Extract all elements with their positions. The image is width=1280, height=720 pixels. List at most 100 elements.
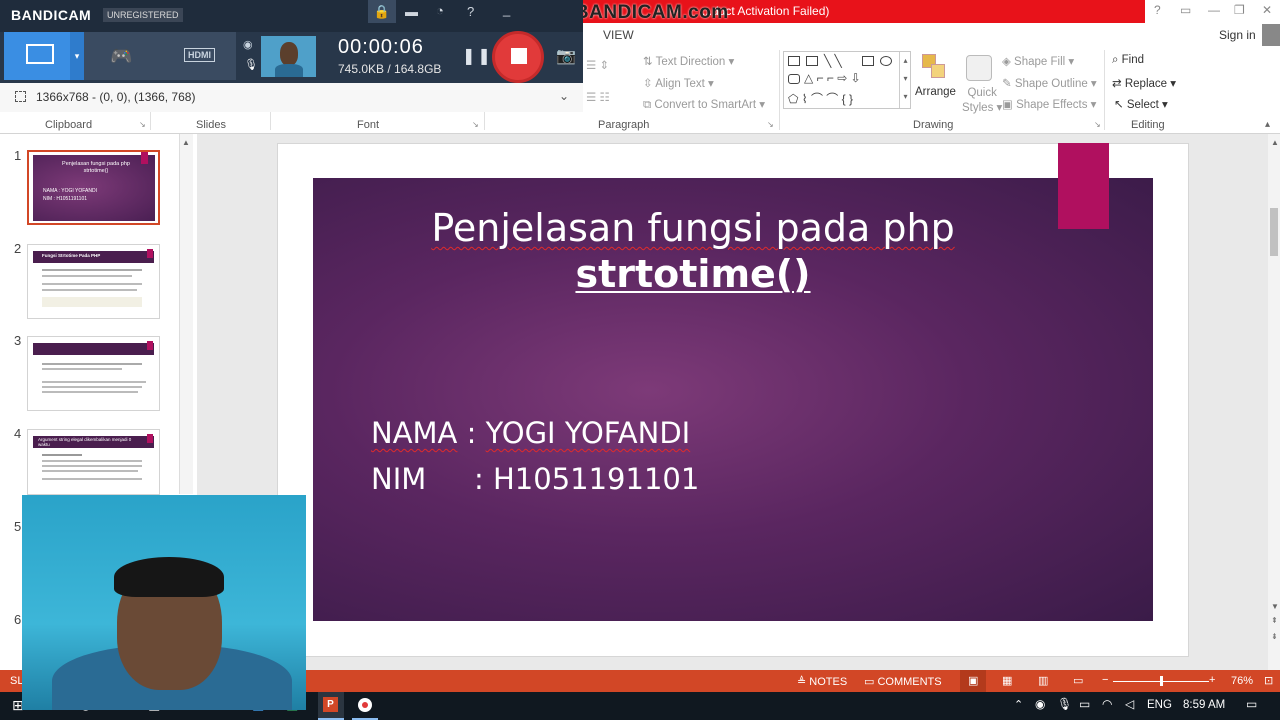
clock-icon[interactable]: ◔ [436, 3, 444, 18]
group-divider [779, 50, 780, 130]
shapes-gallery[interactable]: ╲ ╲ △ ⌐ ⌐ ⇨ ⇩ ⬠ ⌇ ⌒ ⌒ { } [783, 51, 911, 109]
scrollbar-thumb[interactable] [1270, 208, 1278, 256]
find-label: Find [1121, 54, 1145, 66]
quick-styles-button[interactable]: Quick Styles ▾ [962, 86, 1002, 116]
close-button[interactable]: ✕ [1262, 3, 1272, 17]
help-button[interactable]: ? [1154, 3, 1161, 17]
powerpoint-taskbar-button[interactable]: P [318, 692, 344, 720]
dialog-launcher-icon[interactable]: ↘ [767, 120, 774, 129]
name-line[interactable]: NAMA : YOGI YOFANDI [371, 416, 690, 450]
battery-icon[interactable]: ▭ [1079, 697, 1090, 711]
zoom-slider-thumb[interactable] [1160, 676, 1163, 686]
region-chevron-down-icon[interactable]: ⌄ [559, 89, 569, 103]
slide-thumbnail-3[interactable] [27, 336, 160, 411]
slide-sorter-icon[interactable]: ▦ [1002, 674, 1012, 687]
shape-textbox-icon[interactable] [788, 56, 800, 66]
shape-fill-button[interactable]: ◈ Shape Fill ▾ [1002, 54, 1074, 68]
align-text-label: Align Text [655, 78, 705, 90]
slideshow-icon[interactable]: ▭ [1073, 674, 1083, 687]
paragraph-left-icons[interactable]: ☰ ⇕ [586, 58, 609, 72]
dialog-launcher-icon[interactable]: ↘ [139, 120, 146, 129]
fit-slide-icon[interactable]: ⊡ [1264, 674, 1273, 687]
tray-app-icon[interactable]: ◉ [1035, 697, 1045, 711]
shape-roundrect-icon[interactable] [788, 74, 800, 84]
zoom-slider[interactable] [1113, 676, 1209, 686]
slide-title[interactable]: Penjelasan fungsi pada php strtotime() [313, 205, 1073, 297]
shape-outline-button[interactable]: ✎ Shape Outline ▾ [1002, 76, 1097, 90]
recording-timer: 00:00:06 [338, 36, 424, 58]
screenshot-camera-icon[interactable]: 📷 [556, 46, 576, 66]
convert-smartart-button[interactable]: ⧉ Convert to SmartArt ▾ [643, 97, 765, 112]
powerpoint-icon: P [323, 697, 338, 712]
slide-thumbnail-2[interactable]: Fungsi Strtotime Pada PHP [27, 244, 160, 319]
align-text-button[interactable]: ⇳ Align Text ▾ [643, 76, 714, 90]
shape-effects-button[interactable]: ▣ Shape Effects ▾ [1002, 97, 1096, 111]
find-button[interactable]: ⌕ Find [1112, 54, 1144, 67]
lock-icon[interactable]: 🔒 [368, 0, 396, 23]
shape-misc-icons[interactable]: ⬠ ⌇ ⌒ ⌒ { } [788, 90, 853, 107]
normal-view-button[interactable]: ▣ [960, 670, 986, 692]
thumbnail-number: 2 [14, 241, 22, 256]
notifications-icon[interactable]: ▭ [1246, 697, 1257, 711]
shape-vtextbox-icon[interactable] [806, 56, 818, 66]
sign-in-link[interactable]: Sign in [1219, 28, 1256, 42]
reading-view-icon[interactable]: ▥ [1038, 674, 1048, 687]
zoom-level[interactable]: 76% [1231, 675, 1253, 687]
language-indicator[interactable]: ENG [1147, 699, 1172, 711]
shape-rect-icon[interactable] [862, 56, 874, 66]
nim-value-line[interactable]: : H1051191101 [474, 462, 699, 496]
clock[interactable]: 8:59 AM [1183, 699, 1225, 711]
wifi-icon[interactable]: ◠ [1102, 697, 1112, 711]
tray-chevron-icon[interactable]: ⌃ [1014, 698, 1023, 711]
notes-button[interactable]: ≜ NOTES [797, 675, 847, 688]
arrange-button[interactable]: Arrange [915, 86, 956, 98]
nim-line[interactable]: NIM [371, 462, 426, 496]
tab-view[interactable]: VIEW [603, 28, 634, 42]
tray-mic-icon[interactable]: 🎙 [1057, 697, 1072, 711]
restore-button[interactable]: ❐ [1234, 3, 1245, 17]
shape-line-icons[interactable]: ╲ ╲ [824, 54, 842, 68]
scroll-down-icon[interactable]: ▼ [1271, 602, 1279, 611]
scroll-up-icon[interactable]: ▲ [1271, 138, 1279, 147]
comments-button[interactable]: ▭ COMMENTS [864, 675, 942, 688]
group-label-drawing: Drawing [913, 119, 954, 131]
zoom-out-button[interactable]: − [1102, 674, 1108, 686]
thumb-title: Penjelasan fungsi pada php strtotime() [62, 161, 130, 174]
dialog-launcher-icon[interactable]: ↘ [472, 120, 479, 129]
bandicam-minimize-button[interactable]: _ [503, 2, 510, 17]
zoom-in-button[interactable]: + [1209, 674, 1215, 686]
ribbon-display-icon[interactable]: ▭ [1180, 3, 1191, 17]
game-recording-mode-button[interactable]: 🎮 [84, 32, 162, 80]
select-button[interactable]: ↖ Select ▾ [1114, 97, 1168, 111]
paragraph-align-icons[interactable]: ☰ ☷ [586, 90, 610, 104]
folder-icon[interactable]: ▬ [405, 4, 418, 19]
shapes-scroll[interactable]: ▴ ▾ ▾ [899, 52, 911, 108]
shape-triangle-icons[interactable]: △ ⌐ ⌐ ⇨ ⇩ [804, 71, 861, 85]
thumbnail-number: 1 [14, 148, 22, 163]
pause-button[interactable]: ❚❚ [462, 46, 493, 66]
mode-dropdown-icon[interactable]: ▾ [70, 32, 84, 80]
webcam-mic-toggle[interactable]: ◉ 🎙 [239, 36, 259, 77]
bandicam-taskbar-button[interactable] [352, 692, 378, 720]
minimize-button[interactable]: — [1208, 3, 1220, 17]
help-icon[interactable]: ? [467, 4, 474, 19]
group-label-paragraph: Paragraph [598, 119, 650, 131]
thumbnail-scrollbar[interactable]: ▲ [179, 134, 193, 494]
text-direction-button[interactable]: ⇅ Text Direction ▾ [643, 54, 734, 68]
prev-slide-icon[interactable]: ⇞ [1271, 616, 1278, 625]
user-avatar[interactable] [1262, 24, 1280, 46]
collapse-ribbon-icon[interactable]: ▴ [1265, 119, 1270, 130]
slide-thumbnail-4[interactable]: Argument string elegal dikembalikan menj… [27, 429, 160, 495]
volume-icon[interactable]: ◁ [1125, 697, 1134, 711]
slide-thumbnail-1[interactable]: Penjelasan fungsi pada php strtotime() N… [27, 150, 160, 225]
shape-oval-icon[interactable] [880, 56, 892, 66]
next-slide-icon[interactable]: ⇟ [1271, 632, 1278, 641]
screen-recording-mode-button[interactable]: ▾ [4, 32, 84, 80]
region-select-icon[interactable] [15, 91, 26, 102]
group-label-font: Font [357, 119, 380, 131]
nama-label: NAMA [371, 416, 458, 450]
replace-button[interactable]: ⇄ Replace ▾ [1112, 76, 1176, 90]
device-recording-mode-button[interactable]: HDMI [162, 32, 236, 80]
dialog-launcher-icon[interactable]: ↘ [1094, 120, 1101, 129]
scroll-up-icon[interactable]: ▲ [182, 138, 190, 147]
